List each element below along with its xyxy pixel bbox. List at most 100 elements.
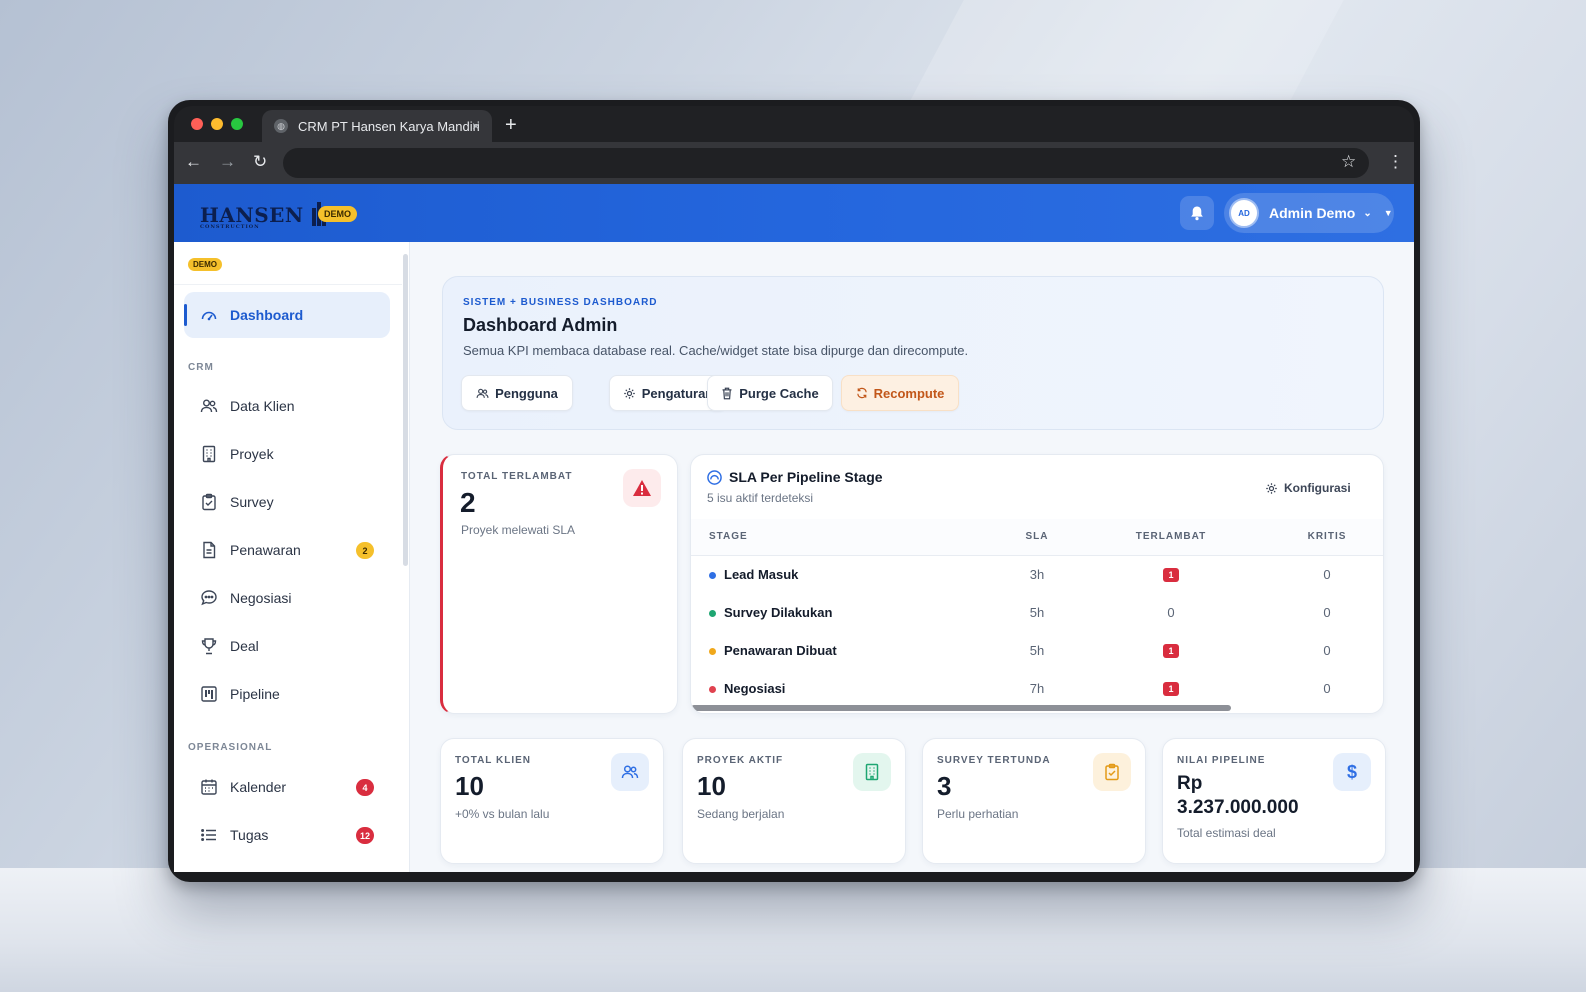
table-row[interactable]: Lead Masuk 3h 1 0 xyxy=(691,555,1383,593)
address-bar[interactable] xyxy=(283,148,1369,178)
refresh-icon xyxy=(856,387,868,399)
kpi-label: NILAI PIPELINE xyxy=(1177,755,1266,766)
forward-icon[interactable]: → xyxy=(219,152,236,172)
late-count-badge: 1 xyxy=(1163,568,1179,583)
stage-cell: Negosiasi xyxy=(691,669,1001,707)
tugas-count-badge: 12 xyxy=(355,827,374,844)
sidebar-item-label: Data Klien xyxy=(230,398,295,414)
table-row[interactable]: Penawaran Dibuat 5h 1 0 xyxy=(691,631,1383,669)
sla-config-button[interactable]: Konfigurasi xyxy=(1265,481,1351,495)
sidebar-item-negosiasi[interactable]: Negosiasi xyxy=(184,575,390,621)
reload-icon[interactable]: ↻ xyxy=(253,152,267,172)
browser-tab[interactable]: ◍ CRM PT Hansen Karya Mandiri × xyxy=(262,110,492,142)
critical-cell: 0 xyxy=(1323,566,1331,582)
late-cell: 1 xyxy=(1073,555,1269,593)
stage-status-dot xyxy=(709,571,716,579)
stage-name: Penawaran Dibuat xyxy=(724,642,837,658)
kpi-value: Rp 3.237.000.000 xyxy=(1177,773,1299,818)
sidebar-demo-badge: DEMO xyxy=(188,258,222,271)
sidebar-item-dashboard[interactable]: Dashboard xyxy=(184,292,390,338)
minimize-window-button[interactable] xyxy=(211,118,223,130)
sidebar-item-tugas[interactable]: Tugas 12 xyxy=(184,812,390,858)
kpi-label: SURVEY TERTUNDA xyxy=(937,755,1051,766)
sidebar-scrollbar[interactable] xyxy=(403,254,408,566)
desk-surface xyxy=(0,868,1586,992)
sla-cell: 5h xyxy=(1029,642,1045,658)
late-total-card: TOTAL TERLAMBAT 2 Proyek melewati SLA xyxy=(440,454,678,714)
sidebar-item-label: Negosiasi xyxy=(230,590,292,606)
tab-close-icon[interactable]: × xyxy=(472,118,480,134)
penawaran-count-badge: 2 xyxy=(356,542,374,559)
trash-icon xyxy=(721,387,733,400)
kpi-card[interactable]: SURVEY TERTUNDA 3 Perlu perhatian xyxy=(922,738,1146,864)
sidebar-section-crm: CRM xyxy=(188,362,214,373)
sidebar-item-survey[interactable]: Survey xyxy=(184,479,390,525)
purge-cache-button[interactable]: Purge Cache xyxy=(707,375,833,411)
company-logo[interactable]: HANSEN CONSTRUCTION xyxy=(200,202,327,230)
bell-icon xyxy=(1191,206,1203,221)
stage-cell: Penawaran Dibuat xyxy=(691,631,1001,669)
stage-status-dot xyxy=(709,647,716,655)
list-icon xyxy=(200,826,218,844)
sla-table: STAGE SLA TERLAMBAT KRITIS Lead Masuk 3h 1… xyxy=(691,519,1383,707)
column-header[interactable]: TERLAMBAT xyxy=(1073,519,1269,556)
caret-down-icon: ▼ xyxy=(1383,208,1393,218)
sidebar-item-deal[interactable]: Deal xyxy=(184,623,390,669)
dashboard-hero: SISTEM + BUSINESS DASHBOARD Dashboard Ad… xyxy=(442,276,1384,430)
kanban-icon xyxy=(200,685,218,703)
sidebar-item-data-klien[interactable]: Data Klien xyxy=(184,383,390,429)
column-header[interactable]: STAGE xyxy=(691,519,1001,556)
kpi-caption: +0% vs bulan lalu xyxy=(455,807,550,821)
browser-menu-icon[interactable]: ⋮ xyxy=(1387,152,1404,172)
table-row[interactable]: Negosiasi 7h 1 0 xyxy=(691,669,1383,707)
stage-cell: Lead Masuk xyxy=(691,555,1001,593)
new-tab-button[interactable]: + xyxy=(505,114,517,137)
close-window-button[interactable] xyxy=(191,118,203,130)
chevron-down-icon: ⌄ xyxy=(1363,207,1372,219)
back-icon[interactable]: ← xyxy=(185,152,202,172)
sidebar-item-proyek[interactable]: Proyek xyxy=(184,431,390,477)
column-header[interactable]: KRITIS xyxy=(1269,519,1383,556)
bookmark-star-icon[interactable]: ☆ xyxy=(1341,152,1356,172)
late-total-label: TOTAL TERLAMBAT xyxy=(461,471,573,482)
late-cell: 1 xyxy=(1073,631,1269,669)
maximize-window-button[interactable] xyxy=(231,118,243,130)
kpi-card[interactable]: PROYEK AKTIF 10 Sedang berjalan xyxy=(682,738,906,864)
critical-cell: 0 xyxy=(1323,642,1331,658)
kpi-card[interactable]: TOTAL KLIEN 10 +0% vs bulan lalu xyxy=(440,738,664,864)
app-header: HANSEN CONSTRUCTION DEMO AD Admin Demo ⌄… xyxy=(174,184,1414,242)
stage-status-dot xyxy=(709,685,716,693)
sidebar-item-label: Deal xyxy=(230,638,259,654)
kpi-value: 10 xyxy=(697,771,726,801)
kpi-card[interactable]: NILAI PIPELINE Rp 3.237.000.000 Total estim… xyxy=(1162,738,1386,864)
app-viewport: HANSEN CONSTRUCTION DEMO AD Admin Demo ⌄… xyxy=(174,184,1414,872)
users-icon xyxy=(200,397,218,415)
sla-pipeline-card: SLA Per Pipeline Stage 5 isu aktif terde… xyxy=(690,454,1384,714)
kpi-label: PROYEK AKTIF xyxy=(697,755,784,766)
clipboard-icon xyxy=(200,493,218,511)
late-count-badge: 1 xyxy=(1163,682,1179,696)
sidebar: DEMO Dashboard CRM Data Klien Proyek Sur… xyxy=(174,242,410,872)
tab-title: CRM PT Hansen Karya Mandiri xyxy=(298,118,480,134)
late-count: 0 xyxy=(1167,604,1175,620)
page-subtitle: Semua KPI membaca database real. Cache/w… xyxy=(463,343,969,358)
sidebar-item-pipeline[interactable]: Pipeline xyxy=(184,671,390,717)
sla-gauge-icon xyxy=(707,470,722,490)
late-total-value: 2 xyxy=(460,487,476,518)
sidebar-item-penawaran[interactable]: Penawaran 2 xyxy=(184,527,390,573)
stage-name: Survey Dilakukan xyxy=(724,604,833,620)
late-cell: 0 xyxy=(1073,593,1269,631)
sidebar-item-kalender[interactable]: Kalender 4 xyxy=(184,764,390,810)
table-horizontal-scrollbar[interactable] xyxy=(691,705,1231,711)
document-icon xyxy=(200,541,218,559)
users-button[interactable]: Pengguna xyxy=(461,375,573,411)
table-row[interactable]: Survey Dilakukan 5h 0 0 xyxy=(691,593,1383,631)
notifications-button[interactable] xyxy=(1180,196,1214,230)
column-header[interactable]: SLA xyxy=(1001,519,1073,556)
user-menu[interactable]: AD Admin Demo ⌄ ▼ xyxy=(1224,193,1394,233)
recompute-button[interactable]: Recompute xyxy=(841,375,959,411)
stage-name: Lead Masuk xyxy=(724,566,799,582)
sidebar-item-label: Kalender xyxy=(230,779,287,795)
critical-cell: 0 xyxy=(1323,680,1331,696)
sla-subtitle: 5 isu aktif terdeteksi xyxy=(707,491,814,505)
